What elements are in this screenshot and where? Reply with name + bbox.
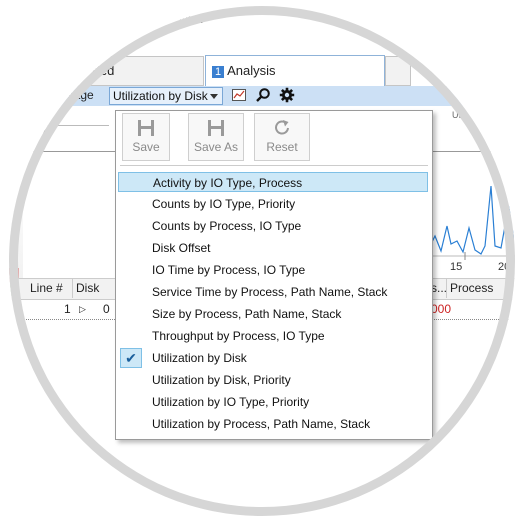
expand-arrow-icon[interactable]: ▷	[79, 304, 86, 315]
menu-item-io-time-by-process-io-type[interactable]: IO Time by Process, IO Type	[118, 260, 428, 280]
column-separator[interactable]	[72, 278, 73, 298]
save-as-button[interactable]: Save As	[188, 113, 244, 161]
search-icon[interactable]	[255, 87, 271, 103]
reset-button[interactable]: Reset	[254, 113, 310, 161]
column-header-disk[interactable]: Disk	[76, 281, 99, 295]
tab-extra[interactable]	[385, 56, 411, 86]
floppy-icon	[208, 120, 224, 136]
floppy-icon	[138, 120, 154, 136]
tab-getting-started[interactable]: rted	[69, 56, 204, 86]
menu-item-utilization-by-disk[interactable]: ✔ Utilization by Disk	[118, 348, 428, 368]
utilization-graph	[429, 185, 515, 260]
x-axis-tick: 20	[498, 261, 511, 273]
divider	[9, 125, 109, 126]
tab-analysis[interactable]: 1 Analysis	[205, 55, 385, 87]
menu-item-label: Utilization by Disk	[152, 351, 247, 365]
graph-options-icon[interactable]	[231, 87, 247, 103]
menu-item-counts-by-io-type-priority[interactable]: Counts by IO Type, Priority	[118, 194, 428, 214]
menu-item-counts-by-process-io-type[interactable]: Counts by Process, IO Type	[118, 216, 428, 236]
left-column-value: 0	[43, 128, 50, 140]
toolbar-usage-label: Usage	[59, 88, 94, 102]
column-header-line[interactable]: Line #	[30, 281, 63, 295]
menu-button-bar: Save Save As Reset	[116, 111, 430, 163]
menu-item-size-by-process[interactable]: Size by Process, Path Name, Stack	[118, 304, 428, 324]
magnifier-circle: lyzer rted 1 Analysis Usage Utilization b…	[9, 6, 515, 516]
row-line-number: 1	[64, 302, 71, 316]
checkmark-icon: ✔	[120, 348, 142, 368]
left-column-header: es	[9, 108, 21, 120]
chevron-down-icon	[210, 94, 218, 99]
save-button[interactable]: Save	[122, 113, 170, 161]
row-disk-value: 0	[103, 302, 110, 316]
menu-item-utilization-by-disk-priority[interactable]: Utilization by Disk, Priority	[118, 370, 428, 390]
screenshot-stage: lyzer rted 1 Analysis Usage Utilization b…	[0, 0, 520, 520]
reset-button-label: Reset	[266, 140, 298, 154]
preset-dropdown-value: Utilization by Disk	[113, 89, 208, 103]
save-as-button-label: Save As	[193, 140, 239, 154]
column-header-truncated[interactable]: s...	[431, 281, 447, 295]
graph-title: Util	[452, 110, 465, 120]
menu-item-service-time[interactable]: Service Time by Process, Path Name, Stac…	[118, 282, 428, 302]
preset-menu: Save Save As Reset Activity by IO Type, …	[115, 110, 433, 440]
reset-icon	[275, 120, 289, 135]
tab-analysis-label: Analysis	[227, 63, 276, 78]
save-button-label: Save	[132, 140, 160, 154]
preset-dropdown[interactable]: Utilization by Disk	[109, 87, 223, 105]
menu-item-utilization-by-io-type-priority[interactable]: Utilization by IO Type, Priority	[118, 392, 428, 412]
column-header-process[interactable]: Process	[450, 281, 493, 295]
menu-item-activity-by-io-type-process[interactable]: Activity by IO Type, Process	[118, 172, 428, 192]
tab-number-badge: 1	[212, 66, 225, 78]
menu-item-utilization-by-process[interactable]: Utilization by Process, Path Name, Stack	[118, 414, 428, 434]
x-axis-tick: 15	[450, 261, 463, 273]
window-title: lyzer	[179, 12, 205, 26]
menu-item-disk-offset[interactable]: Disk Offset	[118, 238, 428, 258]
menu-item-throughput[interactable]: Throughput by Process, IO Type	[118, 326, 428, 346]
column-separator[interactable]	[446, 278, 447, 298]
divider	[120, 165, 428, 166]
row-value-fragment: 000	[431, 302, 452, 316]
utilization-series-line	[429, 185, 515, 255]
gear-icon[interactable]	[279, 87, 295, 103]
